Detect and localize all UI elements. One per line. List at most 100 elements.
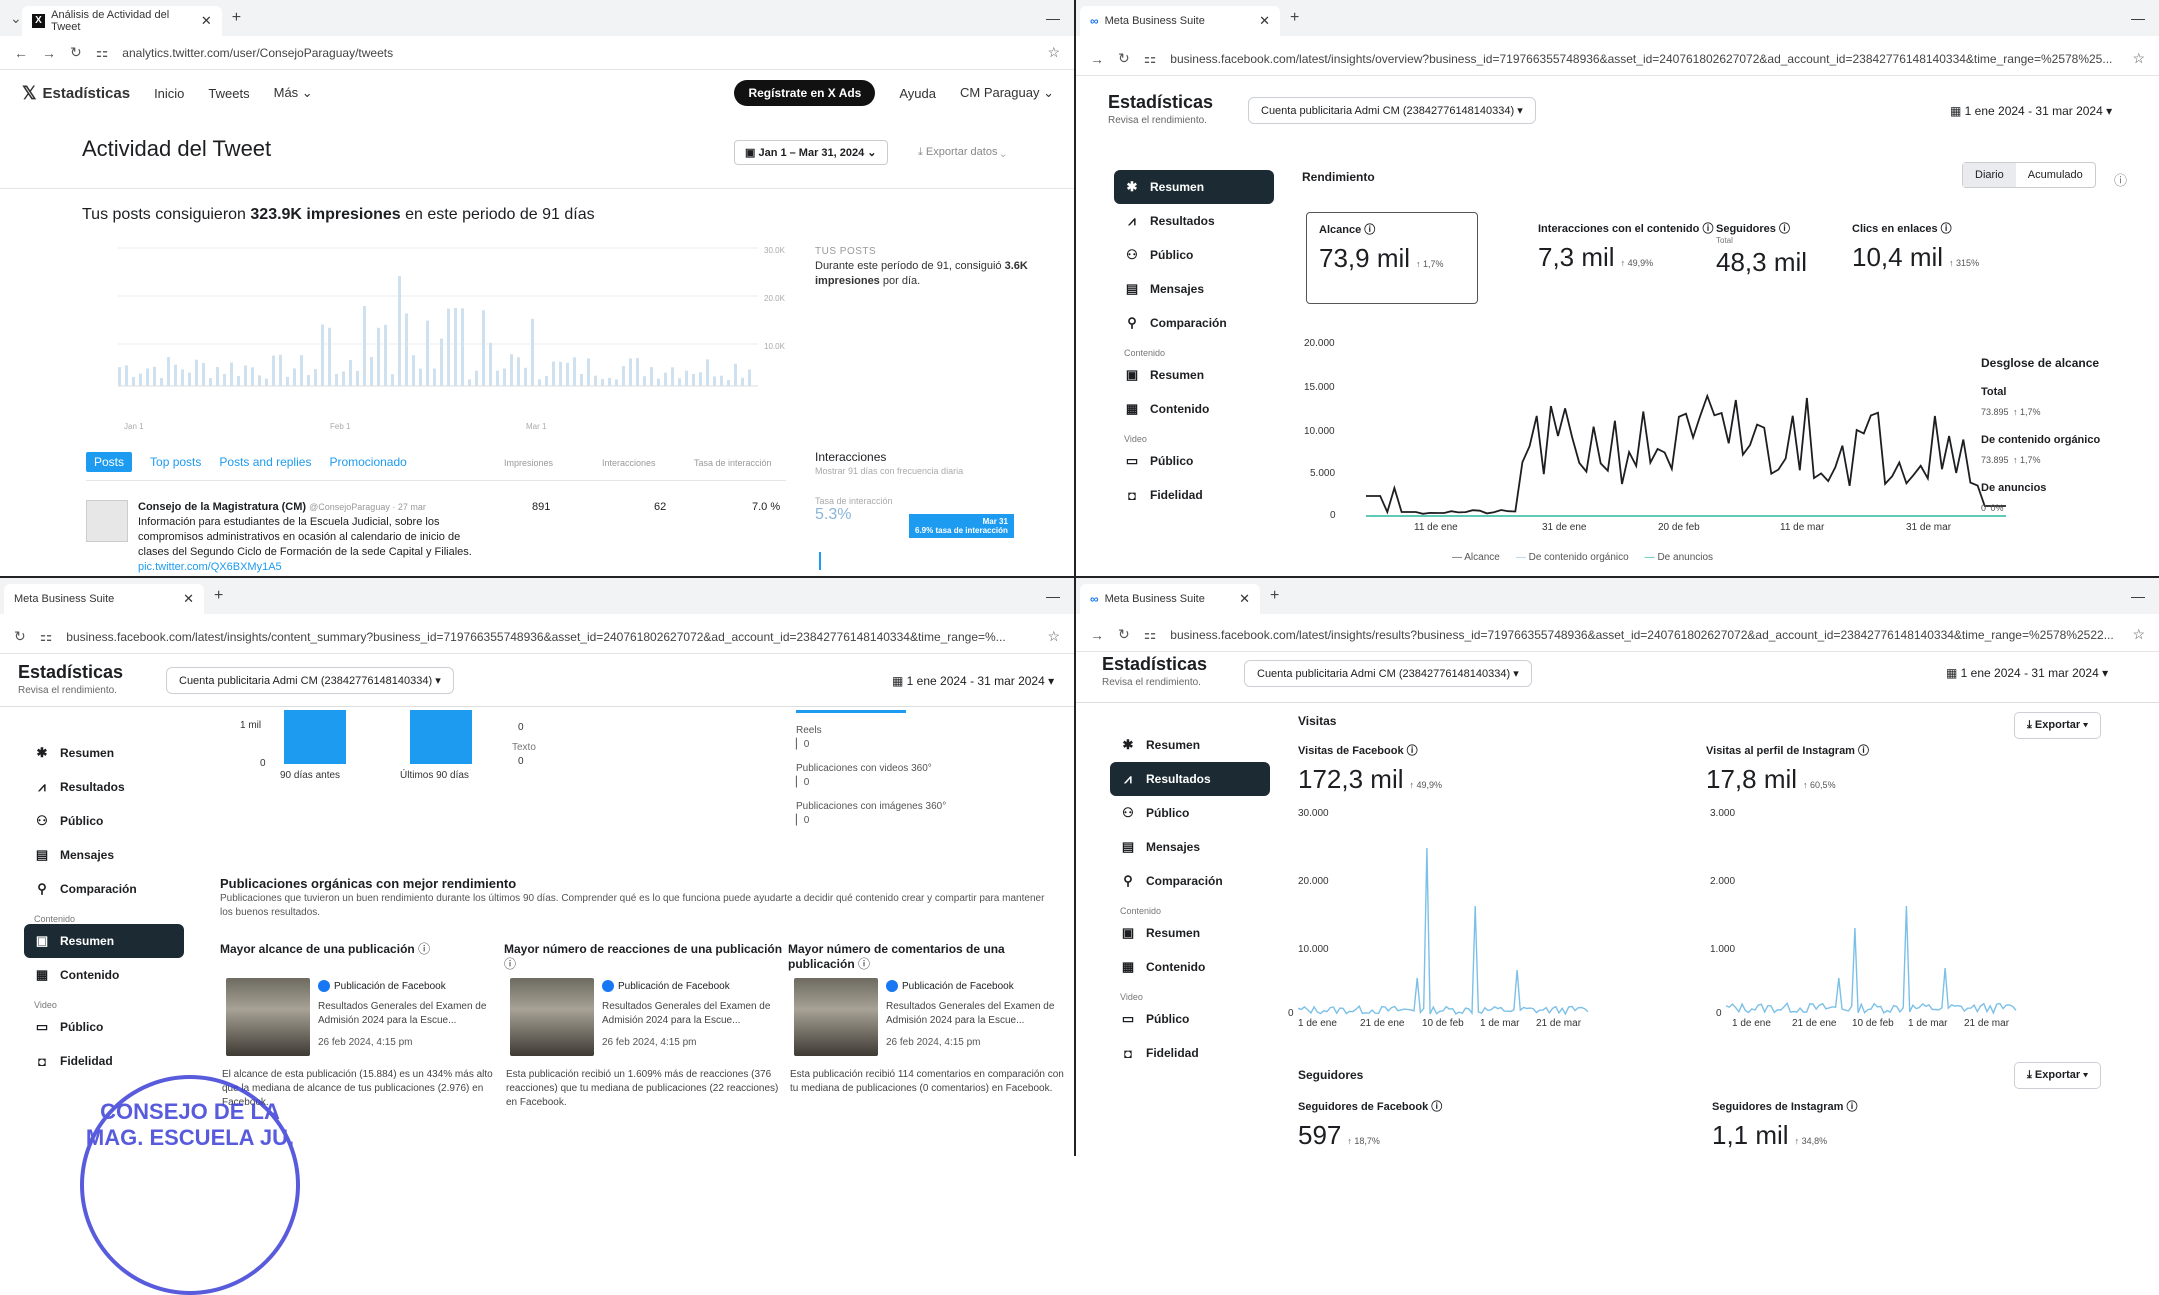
bar-90-days-before[interactable] xyxy=(284,710,346,764)
sidebar-item-publico[interactable]: ⚇ Público xyxy=(24,804,184,838)
back-icon[interactable]: ← xyxy=(14,45,28,61)
account-selector[interactable]: Cuenta publicitaria Admi CM (23842776148… xyxy=(1248,97,1536,124)
sidebar-item-publico[interactable]: ⚇ Público xyxy=(1110,796,1270,830)
tab-posts[interactable]: Posts xyxy=(86,452,133,472)
site-info-icon[interactable]: ⚏ xyxy=(96,44,109,61)
nav-inicio[interactable]: Inicio xyxy=(154,86,184,101)
sidebar-item-fidelidad[interactable]: ◘ Fidelidad xyxy=(1110,1036,1270,1070)
sidebar-item-comparacion[interactable]: ⚲ Comparación xyxy=(24,872,184,906)
minimize-icon[interactable]: — xyxy=(1046,588,1060,604)
new-tab-icon[interactable]: + xyxy=(214,587,223,605)
date-range-picker[interactable]: ▦ 1 ene 2024 - 31 mar 2024 ▾ xyxy=(892,674,1054,688)
reload-icon[interactable]: ↻ xyxy=(14,628,26,645)
minimize-icon[interactable]: — xyxy=(2131,588,2145,604)
site-info-icon[interactable]: ⚏ xyxy=(40,628,53,645)
reload-icon[interactable]: ↻ xyxy=(70,44,82,61)
kpi-clics[interactable]: Clics en enlaces ⓘ 10,4 mil ↑ 315% xyxy=(1852,220,1979,273)
browser-tab[interactable]: X Análisis de Actividad del Tweet ✕ xyxy=(21,6,222,36)
new-tab-icon[interactable]: + xyxy=(232,9,241,27)
close-tab-icon[interactable]: ✕ xyxy=(183,591,194,607)
bar-last-90-days[interactable] xyxy=(410,710,472,764)
site-info-icon[interactable]: ⚏ xyxy=(1144,50,1157,67)
forward-icon[interactable]: → xyxy=(42,45,56,61)
register-x-ads-button[interactable]: Regístrate en X Ads xyxy=(734,80,876,106)
export-followers-button[interactable]: ⤓ Exportar ▾ xyxy=(2014,1062,2101,1089)
kpi-seguidores[interactable]: Seguidores ⓘ Total 48,3 mil xyxy=(1716,220,1807,278)
sidebar-item-mensajes[interactable]: ▤ Mensajes xyxy=(1110,830,1270,864)
browser-tab[interactable]: Meta Business Suite ✕ xyxy=(4,584,204,614)
brand[interactable]: 𝕏 Estadísticas xyxy=(22,83,130,104)
export-data-button[interactable]: ⤓ Exportar datos ⌄ xyxy=(918,146,1006,159)
sidebar-item-content-resumen[interactable]: ▣ Resumen xyxy=(1110,916,1270,950)
sidebar-item-resultados[interactable]: ⩘ Resultados xyxy=(1110,762,1270,796)
legend-anuncios[interactable]: — De anuncios xyxy=(1645,552,1713,563)
nav-mas[interactable]: Más ⌄ xyxy=(274,85,313,101)
sidebar-item-resumen[interactable]: ✱ Resumen xyxy=(1114,170,1274,204)
help-link[interactable]: Ayuda xyxy=(899,86,936,101)
top-post-card-comments[interactable]: Mayor número de comentarios de una publi… xyxy=(788,942,1072,1094)
account-menu[interactable]: CM Paraguay ⌄ xyxy=(960,85,1054,101)
sidebar-item-content-resumen[interactable]: ▣ Resumen xyxy=(24,924,184,958)
legend-alcance[interactable]: — Alcance xyxy=(1452,552,1500,563)
account-selector[interactable]: Cuenta publicitaria Admi CM (23842776148… xyxy=(1244,660,1532,687)
kpi-fb-followers[interactable]: Seguidores de Facebook ⓘ 597 ↑ 18,7% xyxy=(1298,1098,1442,1151)
export-button[interactable]: ⤓ Exportar ▾ xyxy=(2014,712,2101,739)
forward-icon[interactable]: → xyxy=(1090,51,1104,67)
site-info-icon[interactable]: ⚏ xyxy=(1144,626,1157,643)
sidebar-item-resumen[interactable]: ✱ Resumen xyxy=(24,736,184,770)
legend-organico[interactable]: — De contenido orgánico xyxy=(1516,552,1629,563)
bookmark-star-icon[interactable]: ☆ xyxy=(1047,628,1060,645)
sidebar-item-video-publico[interactable]: ▭ Público xyxy=(1114,444,1274,478)
toggle-acumulado[interactable]: Acumulado xyxy=(2016,163,2095,187)
tab-promoted[interactable]: Promocionado xyxy=(329,455,406,469)
kpi-fb-visits[interactable]: Visitas de Facebook ⓘ 172,3 mil ↑ 49,9% xyxy=(1298,742,1442,795)
sidebar-item-contenido[interactable]: ▦ Contenido xyxy=(1114,392,1274,426)
bookmark-star-icon[interactable]: ☆ xyxy=(1047,44,1060,61)
account-selector[interactable]: Cuenta publicitaria Admi CM (23842776148… xyxy=(166,667,454,694)
sidebar-item-fidelidad[interactable]: ◘ Fidelidad xyxy=(24,1044,184,1078)
close-tab-icon[interactable]: ✕ xyxy=(1259,13,1270,29)
url-field[interactable]: business.facebook.com/latest/insights/co… xyxy=(66,630,1033,644)
tab-top-posts[interactable]: Top posts xyxy=(150,455,201,469)
url-field[interactable]: business.facebook.com/latest/insights/ov… xyxy=(1170,52,2118,66)
reload-icon[interactable]: ↻ xyxy=(1118,626,1130,643)
kpi-ig-followers[interactable]: Seguidores de Instagram ⓘ 1,1 mil ↑ 34,8% xyxy=(1712,1098,1858,1151)
url-field[interactable]: business.facebook.com/latest/insights/re… xyxy=(1170,628,2118,642)
kpi-ig-visits[interactable]: Visitas al perfil de Instagram ⓘ 17,8 mil… xyxy=(1706,742,1869,795)
sidebar-item-mensajes[interactable]: ▤ Mensajes xyxy=(1114,272,1274,306)
kpi-alcance[interactable]: Alcance ⓘ 73,9 mil ↑ 1,7% xyxy=(1306,212,1478,304)
new-tab-icon[interactable]: + xyxy=(1270,587,1279,605)
sidebar-item-resultados[interactable]: ⩘ Resultados xyxy=(1114,204,1274,238)
sidebar-item-publico[interactable]: ⚇ Público xyxy=(1114,238,1274,272)
forward-icon[interactable]: → xyxy=(1090,627,1104,643)
sidebar-item-comparacion[interactable]: ⚲ Comparación xyxy=(1114,306,1274,340)
top-post-card-reactions[interactable]: Mayor número de reacciones de una public… xyxy=(504,942,788,1108)
info-icon[interactable]: ⓘ xyxy=(2114,170,2127,189)
tab-list-icon[interactable]: ⌄ xyxy=(10,10,22,27)
date-range-picker[interactable]: ▦ 1 ene 2024 - 31 mar 2024 ▾ xyxy=(1946,666,2108,680)
sidebar-item-mensajes[interactable]: ▤ Mensajes xyxy=(24,838,184,872)
sidebar-item-contenido[interactable]: ▦ Contenido xyxy=(1110,950,1270,984)
sidebar-item-comparacion[interactable]: ⚲ Comparación xyxy=(1110,864,1270,898)
tweet-link[interactable]: pic.twitter.com/QX6BXMy1A5 xyxy=(138,560,478,575)
date-range-button[interactable]: ▣ Jan 1 – Mar 31, 2024 ⌄ xyxy=(734,140,888,165)
tab-posts-replies[interactable]: Posts and replies xyxy=(219,455,311,469)
url-field[interactable]: analytics.twitter.com/user/ConsejoParagu… xyxy=(122,46,1033,60)
browser-tab[interactable]: ∞ Meta Business Suite ✕ xyxy=(1080,6,1280,36)
sidebar-item-video-publico[interactable]: ▭ Público xyxy=(1110,1002,1270,1036)
minimize-icon[interactable]: — xyxy=(2131,10,2145,26)
sidebar-item-resumen[interactable]: ✱ Resumen xyxy=(1110,728,1270,762)
reload-icon[interactable]: ↻ xyxy=(1118,50,1130,67)
sidebar-item-fidelidad[interactable]: ◘ Fidelidad xyxy=(1114,478,1274,512)
date-range-picker[interactable]: ▦ 1 ene 2024 - 31 mar 2024 ▾ xyxy=(1950,104,2112,118)
sidebar-item-video-publico[interactable]: ▭ Público xyxy=(24,1010,184,1044)
bookmark-star-icon[interactable]: ☆ xyxy=(2132,626,2145,643)
sidebar-item-content-resumen[interactable]: ▣ Resumen xyxy=(1114,358,1274,392)
sidebar-item-resultados[interactable]: ⩘ Resultados xyxy=(24,770,184,804)
bookmark-star-icon[interactable]: ☆ xyxy=(2132,50,2145,67)
top-post-card-reach[interactable]: Mayor alcance de una publicación ⓘ Publi… xyxy=(220,942,504,1108)
browser-tab[interactable]: ∞ Meta Business Suite ✕ xyxy=(1080,584,1260,614)
new-tab-icon[interactable]: + xyxy=(1290,9,1299,27)
close-tab-icon[interactable]: ✕ xyxy=(201,13,212,29)
toggle-diario[interactable]: Diario xyxy=(1963,163,2016,187)
